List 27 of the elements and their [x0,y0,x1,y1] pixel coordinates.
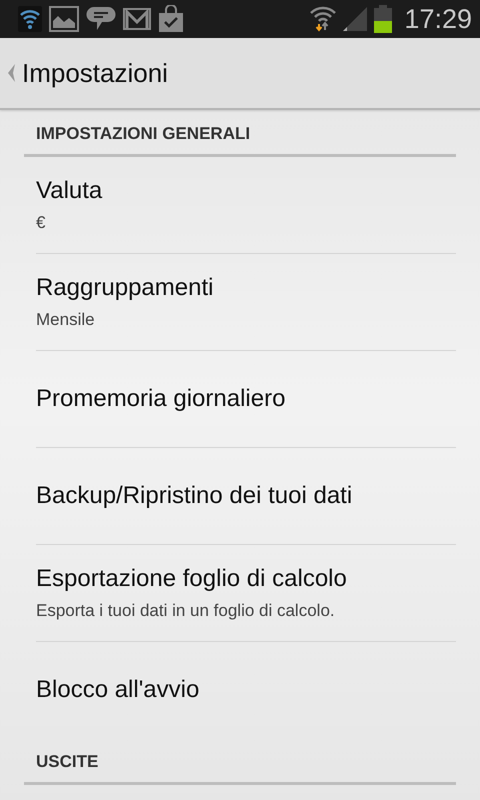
settings-item[interactable]: Blocco all'avvio [36,642,456,738]
item-title: Raggruppamenti [36,274,214,302]
settings-item[interactable]: Valuta € [36,157,456,254]
shopping-bag-icon [158,5,184,33]
chevron-left-icon [6,63,16,83]
item-summary: Mensile [36,310,96,330]
item-summary: € [36,213,46,233]
settings-item[interactable]: Backup/Ripristino dei tuoi dati [36,448,456,545]
wifi-icon [18,6,42,32]
item-title: Backup/Ripristino dei tuoi dati [36,482,354,510]
item-summary: Esporta i tuoi dati in un foglio di calcolo. [36,601,336,621]
item-title: Promemoria giornaliero [36,385,286,413]
back-button[interactable]: Impostazioni [0,43,168,103]
section-header: USCITE [24,738,456,785]
item-title: Blocco all'avvio [36,676,200,704]
signal-icon [342,6,368,32]
battery-icon [373,5,394,33]
item-title: Valuta [36,177,104,205]
settings-item[interactable]: Esportazione foglio di calcolo Esporta i tuoi dati in un foglio di calcolo. [36,545,456,642]
wifi-icon [309,6,338,32]
mail-icon [123,8,151,30]
settings-item[interactable]: Raggruppamenti Mensile [36,254,456,351]
item-title: Esportazione foglio di calcolo [36,565,348,593]
image-icon [49,6,79,32]
settings-item[interactable]: Promemoria giornaliero [36,351,456,448]
clock-time: 17:29 [404,4,472,34]
section-header: IMPOSTAZIONI GENERALI [24,110,456,157]
